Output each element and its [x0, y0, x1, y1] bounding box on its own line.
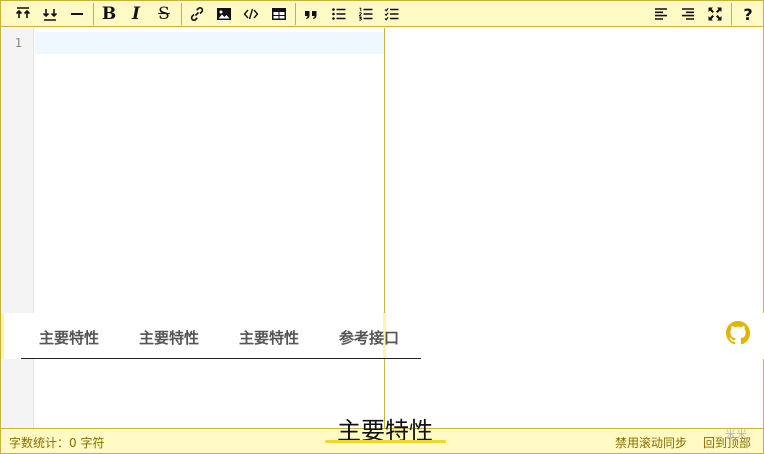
align-left-icon[interactable]	[651, 4, 671, 24]
move-to-bottom-icon[interactable]	[40, 4, 60, 24]
move-to-top-icon[interactable]	[13, 4, 33, 24]
toolbar-separator	[731, 3, 732, 25]
italic-icon[interactable]: I	[126, 4, 146, 24]
unordered-list-icon[interactable]	[329, 4, 349, 24]
section-title-underline	[325, 440, 446, 443]
markdown-input-pane[interactable]: 1	[2, 28, 385, 428]
nav-underline	[21, 358, 421, 359]
line-number: 1	[14, 36, 22, 50]
watermark: 米米	[725, 428, 747, 441]
markdown-editor: B I S ? 1 主要特性 主要特性 主要特性 参考接口 字数统计：0 字符 …	[0, 0, 764, 454]
align-right-icon[interactable]	[678, 4, 698, 24]
nav-edge-left	[1, 313, 4, 359]
link-icon[interactable]	[187, 4, 207, 24]
image-icon[interactable]	[214, 4, 234, 24]
nav-item-features-2[interactable]: 主要特性	[139, 327, 199, 348]
horizontal-rule-icon[interactable]	[67, 4, 87, 24]
table-icon[interactable]	[269, 4, 289, 24]
line-number-gutter: 1	[2, 28, 34, 428]
preview-pane	[386, 28, 763, 428]
github-icon[interactable]	[726, 321, 750, 345]
word-count: 字数统计：0 字符	[9, 436, 105, 450]
feature-nav: 主要特性 主要特性 主要特性 参考接口	[1, 313, 764, 359]
editor-toolbar: B I S ?	[1, 1, 763, 27]
nav-item-features-1[interactable]: 主要特性	[39, 327, 99, 348]
toolbar-separator	[295, 3, 296, 25]
toolbar-separator	[93, 3, 94, 25]
ordered-list-icon[interactable]	[356, 4, 376, 24]
task-list-icon[interactable]	[382, 4, 402, 24]
fullscreen-icon[interactable]	[705, 4, 725, 24]
help-icon[interactable]: ?	[738, 4, 758, 24]
code-icon[interactable]	[241, 4, 261, 24]
strikethrough-icon[interactable]: S	[154, 4, 174, 24]
blockquote-icon[interactable]	[301, 4, 321, 24]
active-line[interactable]	[35, 32, 384, 54]
nav-item-features-3[interactable]: 主要特性	[239, 327, 299, 348]
toolbar-separator	[181, 3, 182, 25]
nav-item-api-reference[interactable]: 参考接口	[339, 327, 399, 348]
bold-icon[interactable]: B	[99, 4, 119, 24]
disable-scroll-sync-link[interactable]: 禁用滚动同步	[615, 434, 687, 451]
